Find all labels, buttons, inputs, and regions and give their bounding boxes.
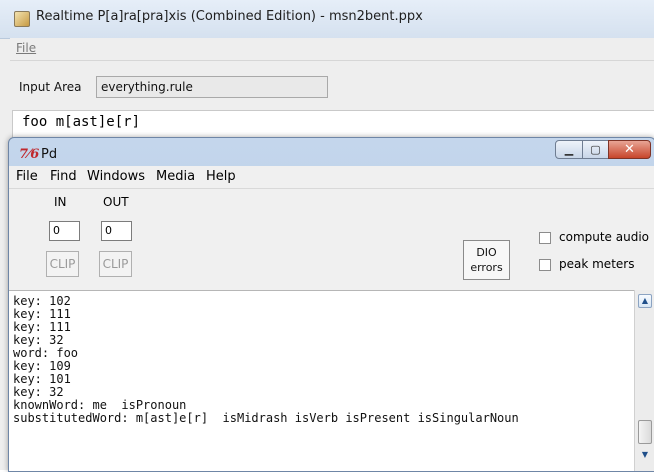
in-level-box[interactable]: 0 [49, 221, 80, 241]
console-scrollbar[interactable]: ▲ ▼ [634, 290, 654, 471]
pd-menubar: File Find Windows Media Help [9, 166, 654, 189]
paraxis-menubar: File [10, 38, 654, 61]
pd-console[interactable]: key: 102 key: 111 key: 111 key: 32 word:… [9, 290, 634, 471]
peak-meters-label: peak meters [559, 257, 635, 271]
close-button[interactable]: ✕ [608, 140, 651, 159]
java-app-icon [14, 11, 30, 27]
out-label: OUT [103, 195, 129, 209]
pd-window-title: Pd [41, 147, 58, 162]
pd-menu-file[interactable]: File [16, 169, 38, 184]
paraxis-title-bar[interactable]: Realtime P[a]ra[pra]xis (Combined Editio… [0, 0, 654, 39]
minimize-button[interactable]: ▁ [555, 140, 583, 159]
scroll-up-icon: ▲ [641, 296, 649, 305]
pd-menu-media[interactable]: Media [156, 169, 195, 184]
minimize-icon: ▁ [564, 143, 574, 156]
input-area-label: Input Area [19, 80, 82, 94]
dio-label: DIO [476, 246, 497, 259]
pd-controls-panel: IN OUT 0 0 CLIP CLIP DIO errors compute … [9, 189, 654, 290]
compute-audio-label: compute audio [559, 230, 650, 244]
in-label: IN [54, 195, 67, 209]
input-area-field[interactable]: everything.rule [96, 76, 328, 98]
pd-menu-windows[interactable]: Windows [87, 169, 145, 184]
clip-out-button[interactable]: CLIP [99, 251, 132, 277]
code-text: foo m[ast]e[r] [22, 114, 141, 130]
scrollbar-thumb[interactable] [638, 420, 652, 444]
scroll-down-button[interactable]: ▼ [638, 449, 652, 463]
close-icon: ✕ [624, 142, 635, 157]
out-level-box[interactable]: 0 [101, 221, 132, 241]
paraxis-menu-file[interactable]: File [16, 41, 36, 55]
pd-window: 7⁄6 Pd ▁ ▢ ✕ File Find Windows Media Hel… [8, 137, 654, 472]
paraxis-window-title: Realtime P[a]ra[pra]xis (Combined Editio… [36, 9, 423, 24]
peak-meters-checkbox[interactable] [539, 259, 551, 271]
pd-client-area: File Find Windows Media Help IN OUT 0 0 … [9, 166, 654, 471]
pd-menu-find[interactable]: Find [50, 169, 77, 184]
console-line: substitutedWord: m[ast]e[r] isMidrash is… [13, 411, 519, 425]
pd-menu-help[interactable]: Help [206, 169, 236, 184]
pd-app-icon: 7⁄6 [19, 147, 40, 162]
clip-in-button[interactable]: CLIP [46, 251, 79, 277]
scroll-up-button[interactable]: ▲ [638, 294, 652, 308]
scroll-down-icon: ▼ [641, 450, 649, 459]
compute-audio-checkbox[interactable] [539, 232, 551, 244]
maximize-button[interactable]: ▢ [582, 140, 609, 159]
errors-label: errors [470, 261, 503, 274]
dio-errors-button[interactable]: DIO errors [463, 240, 510, 280]
maximize-icon: ▢ [590, 143, 601, 156]
